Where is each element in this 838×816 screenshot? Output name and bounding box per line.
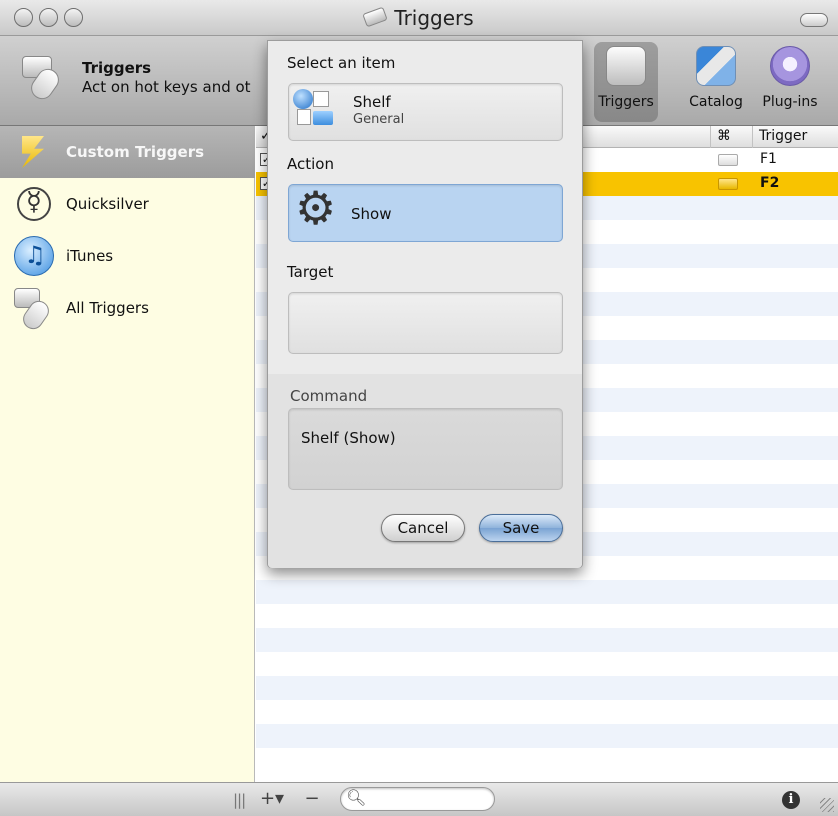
preference-pane-title: Triggers (82, 59, 152, 77)
toolbar-triggers-button[interactable]: Triggers (594, 42, 658, 122)
preference-pane-subtitle: Act on hot keys and ot (82, 78, 251, 96)
info-icon[interactable]: i (782, 791, 800, 809)
item-name: Shelf (353, 93, 391, 111)
triggers-icon (606, 46, 646, 86)
item-subtitle: General (353, 112, 405, 127)
remove-trigger-button[interactable]: − (296, 786, 328, 812)
empty-row (256, 580, 838, 604)
item-selector[interactable]: Shelf General (288, 83, 563, 141)
itunes-icon (14, 236, 55, 276)
command-label: Command (290, 387, 368, 405)
edit-trigger-sheet: Select an item Shelf General Action Show… (267, 40, 583, 568)
command-value: Shelf (Show) (301, 429, 396, 447)
target-selector[interactable] (288, 292, 563, 354)
catalog-icon (696, 46, 736, 86)
target-label: Target (287, 263, 334, 281)
command-field[interactable]: Shelf (Show) (288, 408, 563, 490)
empty-row (256, 676, 838, 700)
quicksilver-icon (14, 184, 54, 224)
lightning-bolt-icon (14, 132, 54, 172)
column-header-command-key[interactable]: ⌘ (710, 126, 752, 148)
split-resize-grip[interactable]: ||| (233, 791, 246, 809)
trigger-cell: F1 (760, 151, 777, 167)
sidebar: Custom Triggers Quicksilver iTunes All T… (0, 126, 255, 782)
trigger-cell: F2 (760, 175, 780, 191)
window-title: Triggers (0, 6, 838, 30)
toolbar-plugins-button[interactable]: Plug-ins (758, 42, 822, 122)
action-label: Action (287, 155, 334, 173)
empty-row (256, 724, 838, 748)
search-icon: 🔍︎ (346, 788, 367, 807)
window-resize-handle[interactable] (820, 798, 834, 812)
triggers-icon (362, 6, 389, 28)
triggers-icon (20, 54, 70, 104)
save-button[interactable]: Save (479, 514, 563, 542)
plugins-icon (770, 46, 810, 86)
sidebar-item-all-triggers[interactable]: All Triggers (0, 282, 255, 334)
title-bar: Triggers (0, 0, 838, 36)
toolbar-toggle-button[interactable] (800, 13, 828, 27)
triggers-icon (14, 288, 54, 334)
sidebar-item-itunes[interactable]: iTunes (0, 230, 255, 282)
empty-row (256, 628, 838, 652)
gear-icon (295, 185, 336, 232)
sidebar-item-quicksilver[interactable]: Quicksilver (0, 178, 255, 230)
cancel-button[interactable]: Cancel (381, 514, 465, 542)
add-trigger-button[interactable]: +▾ (256, 786, 288, 812)
toolbar-catalog-button[interactable]: Catalog (684, 42, 748, 122)
action-selector[interactable]: Show (288, 184, 563, 242)
command-section: Command Shelf (Show) Cancel Save (268, 374, 582, 568)
search-field[interactable]: 🔍︎ (340, 787, 495, 811)
keyboard-icon (718, 178, 738, 190)
select-item-label: Select an item (287, 54, 396, 72)
column-header-trigger[interactable]: Trigger (752, 126, 838, 148)
keyboard-icon (718, 154, 738, 166)
action-name: Show (351, 205, 392, 223)
shelf-icon (293, 89, 337, 127)
bottom-bar: ||| +▾ − 🔍︎ i (0, 782, 838, 816)
sidebar-item-custom-triggers[interactable]: Custom Triggers (0, 126, 255, 178)
